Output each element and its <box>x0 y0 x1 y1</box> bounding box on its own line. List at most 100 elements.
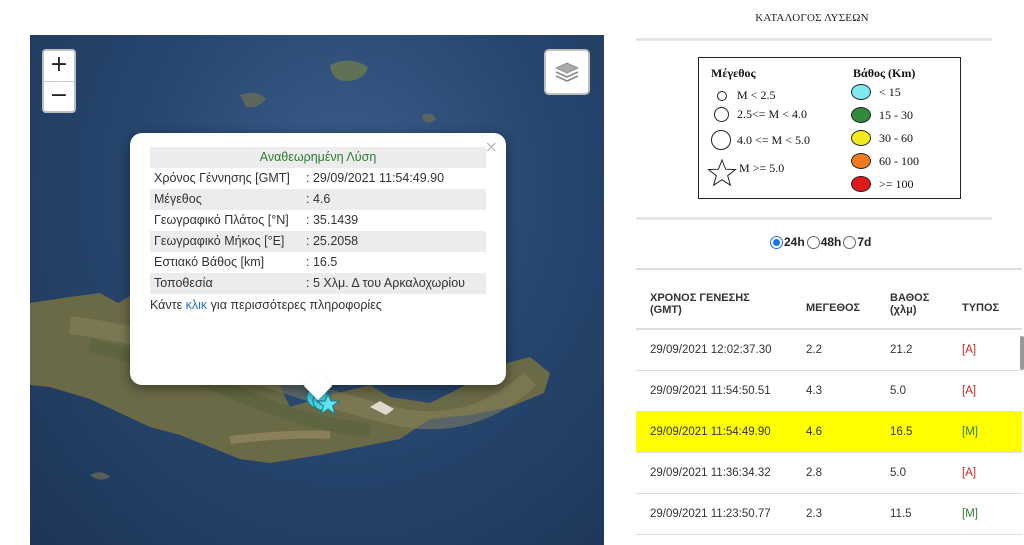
more-info-suffix: για περισσότερες πληροφορίες <box>207 298 382 312</box>
map-view[interactable]: + − × Αναθεωρημένη Λύση Χρόνος Γέννησης … <box>30 35 604 545</box>
legend-magnitude-label: M < 2.5 <box>737 88 776 102</box>
detail-value: : 5 Χλμ. Δ του Αρκαλοχωρίου <box>302 273 486 294</box>
legend-depth-item: < 15 <box>851 84 901 100</box>
layers-button[interactable] <box>544 49 590 95</box>
table-row[interactable]: 29/09/2021 11:23:50.77 2.3 11.5 [M] <box>636 494 1022 535</box>
period-option-24h[interactable]: 24h <box>770 235 805 249</box>
legend-magnitude-title: Μέγεθος <box>711 66 756 80</box>
table-header: ΧΡΟΝΟΣ ΓΕΝΕΣΗΣ (GMT) ΜΕΓΕΘΟΣ ΒΑΘΟΣ (χλμ)… <box>636 268 1022 330</box>
legend-depth-label: 30 - 60 <box>879 130 913 145</box>
cell-magnitude: 2.3 <box>806 508 822 520</box>
legend-magnitude-item: 4.0 <= M < 5.0 <box>711 130 810 150</box>
legend-box: Μέγεθος Βάθος (Km) M < 2.5 2.5<= M < 4.0… <box>698 57 961 199</box>
more-info-prefix: Κάντε <box>150 298 186 312</box>
depth-color-swatch <box>851 84 871 100</box>
zoom-out-button[interactable]: − <box>44 81 74 111</box>
radio-button[interactable] <box>806 235 820 249</box>
detail-value: : 25.2058 <box>302 231 486 252</box>
table-scrollbar[interactable] <box>1020 336 1024 370</box>
popup-header: Αναθεωρημένη Λύση <box>150 147 486 168</box>
legend-depth-label: >= 100 <box>879 176 914 191</box>
depth-color-swatch <box>851 130 871 146</box>
detail-key: Τοποθεσία <box>150 273 302 294</box>
header-depth: ΒΑΘΟΣ (χλμ) <box>890 292 930 316</box>
panel-title: ΚΑΤΑΛΟΓΟΣ ΛΥΣΕΩΝ <box>755 12 869 24</box>
legend-depth-item: >= 100 <box>851 176 914 192</box>
small-circle-icon <box>717 90 727 101</box>
legend-depth-label: < 15 <box>879 84 901 99</box>
legend-magnitude-label: M >= 5.0 <box>739 160 785 175</box>
cell-magnitude: 4.3 <box>806 385 822 397</box>
detail-row-longitude: Γεωγραφικό Μήκος [°E]: 25.2058 <box>150 231 486 252</box>
detail-row-depth: Εστιακό Βάθος [km] : 16.5 <box>150 252 486 273</box>
detail-value: : 16.5 <box>306 255 338 269</box>
cell-type: [M] <box>962 426 978 438</box>
zoom-control: + − <box>42 49 76 113</box>
cell-time: 29/09/2021 11:23:50.77 <box>650 508 771 520</box>
depth-color-swatch <box>851 176 871 192</box>
divider <box>636 217 992 220</box>
legend-depth-title: Βάθος (Km) <box>853 66 916 80</box>
zoom-in-button[interactable]: + <box>44 51 74 81</box>
cell-type: [A] <box>962 344 977 356</box>
more-info-text: Κάντε κλικ για περισσότερες πληροφορίες <box>150 294 486 312</box>
period-selector: 24h 48h 7d <box>770 235 873 249</box>
divider <box>636 38 992 41</box>
detail-value: : 29/09/2021 11:54:49.90 <box>306 171 445 185</box>
detail-row-latitude: Γεωγραφικό Πλάτος [°N]: 35.1439 <box>150 210 486 231</box>
header-magnitude: ΜΕΓΕΘΟΣ <box>806 302 861 314</box>
cell-depth: 21.2 <box>890 344 913 356</box>
cell-magnitude: 2.8 <box>806 467 822 479</box>
table-row[interactable]: 29/09/2021 11:54:50.51 4.3 5.0 [A] <box>636 371 1022 412</box>
period-label: 24h <box>784 235 805 249</box>
detail-row-magnitude: Μέγεθος: 4.6 <box>150 189 486 210</box>
cell-type: [A] <box>962 385 977 397</box>
cell-depth: 16.5 <box>890 426 913 438</box>
detail-key: Γεωγραφικό Πλάτος [°N] <box>154 213 289 227</box>
legend-magnitude-label: 2.5<= M < 4.0 <box>737 107 807 121</box>
more-info-link[interactable]: κλικ <box>186 298 208 312</box>
star-icon <box>707 158 737 187</box>
cell-time: 29/09/2021 11:54:49.90 <box>650 426 771 438</box>
detail-key: Χρόνος Γέννησης [GMT] <box>154 171 290 185</box>
depth-color-swatch <box>851 107 871 123</box>
cell-magnitude: 4.6 <box>806 426 822 438</box>
legend-magnitude-item: 2.5<= M < 4.0 <box>714 107 807 122</box>
medium-circle-icon <box>714 107 729 122</box>
header-type: ΤΥΠΟΣ <box>962 302 1000 314</box>
radio-button[interactable] <box>843 235 857 249</box>
legend-magnitude-label: 4.0 <= M < 5.0 <box>737 132 810 147</box>
cell-type: [A] <box>962 467 977 479</box>
detail-key: Μέγεθος <box>150 189 302 210</box>
cell-type: [M] <box>962 508 978 520</box>
large-circle-icon <box>711 130 731 150</box>
period-label: 7d <box>857 235 872 249</box>
detail-row-origin-time: Χρόνος Γέννησης [GMT] : 29/09/2021 11:54:… <box>150 168 486 189</box>
table-row[interactable]: 29/09/2021 11:36:34.32 2.8 5.0 [A] <box>636 453 1022 494</box>
cell-depth: 11.5 <box>890 508 912 520</box>
legend-depth-item: 15 - 30 <box>851 107 913 123</box>
legend-depth-label: 15 - 30 <box>879 107 913 122</box>
detail-value: : 4.6 <box>302 189 486 210</box>
period-option-7d[interactable]: 7d <box>843 235 871 249</box>
cell-magnitude: 2.2 <box>806 344 822 356</box>
event-details-table: Αναθεωρημένη Λύση Χρόνος Γέννησης [GMT]:… <box>150 147 486 294</box>
table-row-selected[interactable]: 29/09/2021 11:54:49.90 4.6 16.5 [M] <box>636 412 1022 453</box>
depth-color-swatch <box>851 153 871 169</box>
legend-depth-item: 30 - 60 <box>851 130 913 146</box>
event-popup: × Αναθεωρημένη Λύση Χρόνος Γέννησης [GMT… <box>130 133 506 401</box>
popup-close-button[interactable]: × <box>485 137 498 156</box>
cell-depth: 5.0 <box>890 467 906 479</box>
catalog-panel: ΚΑΤΑΛΟΓΟΣ ΛΥΣΕΩΝ Μέγεθος Βάθος (Km) M < … <box>636 0 1024 545</box>
cell-time: 29/09/2021 11:36:34.32 <box>650 467 771 479</box>
table-row[interactable]: 29/09/2021 12:02:37.30 2.2 21.2 [A] <box>636 330 1022 371</box>
legend-depth-label: 60 - 100 <box>879 153 919 168</box>
detail-row-location: Τοποθεσία: 5 Χλμ. Δ του Αρκαλοχωρίου <box>150 273 486 294</box>
detail-key: Γεωγραφικό Μήκος [°E] <box>150 231 302 252</box>
cell-depth: 5.0 <box>890 385 906 397</box>
period-option-48h[interactable]: 48h <box>806 235 841 249</box>
header-origin-time: ΧΡΟΝΟΣ ΓΕΝΕΣΗΣ (GMT) <box>650 292 750 316</box>
cell-time: 29/09/2021 11:54:50.51 <box>650 385 771 397</box>
radio-button[interactable] <box>770 235 783 249</box>
detail-key: Εστιακό Βάθος [km] <box>154 255 265 269</box>
